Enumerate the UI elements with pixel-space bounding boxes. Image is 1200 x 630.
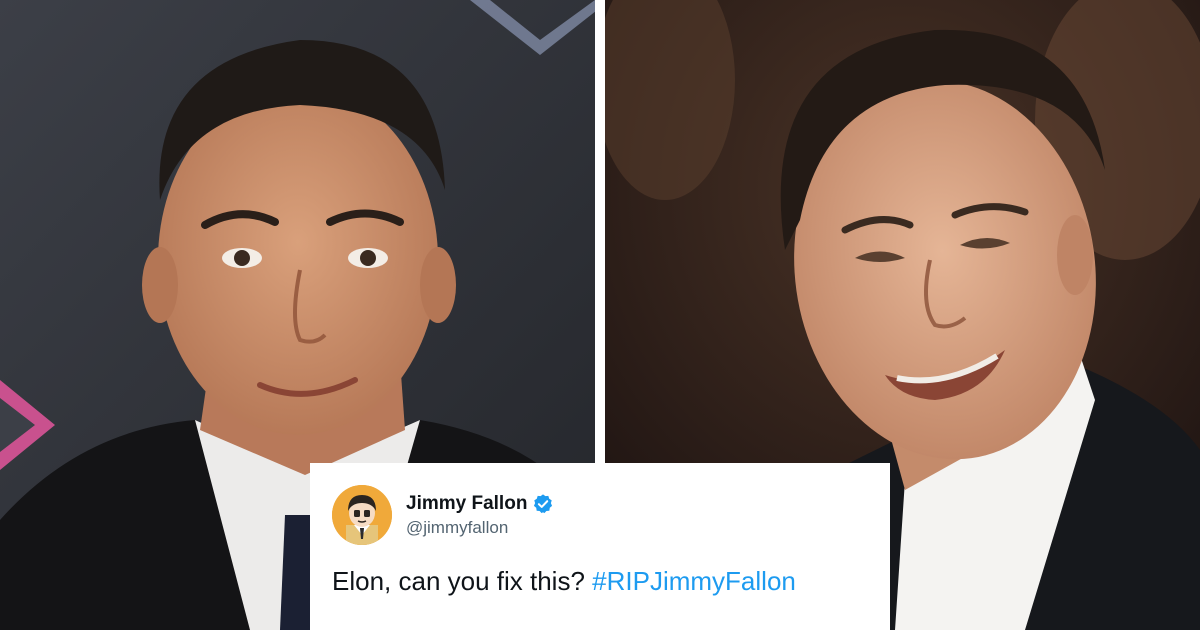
tweet-card[interactable]: Jimmy Fallon @jimmyfallon Elon, can you …: [310, 463, 890, 630]
avatar[interactable]: [332, 485, 392, 545]
tweet-text: Elon, can you fix this? #RIPJimmyFallon: [332, 565, 864, 597]
avatar-illustration-icon: [332, 485, 392, 545]
handle[interactable]: @jimmyfallon: [406, 518, 554, 538]
hashtag-link[interactable]: #RIPJimmyFallon: [592, 566, 796, 596]
display-name[interactable]: Jimmy Fallon: [406, 493, 527, 515]
tweet-header: Jimmy Fallon @jimmyfallon: [332, 485, 864, 545]
verified-badge-icon: [534, 493, 553, 513]
tweet-body: Elon, can you fix this?: [332, 566, 585, 596]
name-row: Jimmy Fallon: [406, 493, 554, 515]
author-names: Jimmy Fallon @jimmyfallon: [406, 493, 554, 538]
